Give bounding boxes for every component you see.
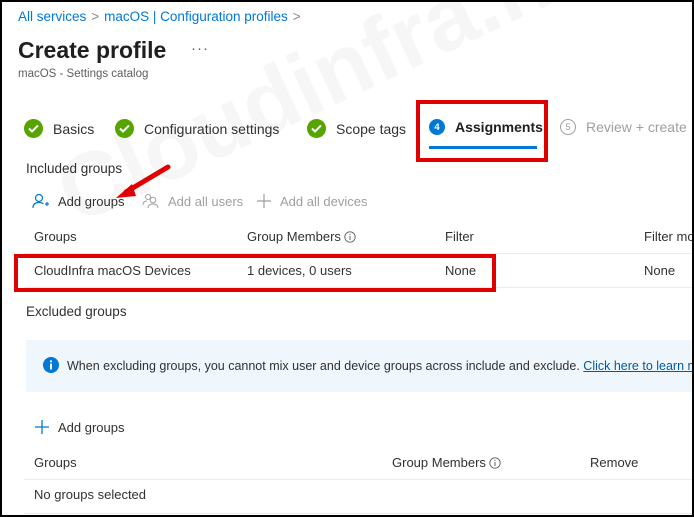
excluded-column-header-group-members[interactable]: Group Members <box>392 455 501 470</box>
excluded-groups-label: Excluded groups <box>26 304 127 319</box>
add-all-devices-button[interactable]: Add all devices <box>256 193 367 209</box>
column-header-groups[interactable]: Groups <box>34 229 77 244</box>
info-icon[interactable] <box>489 456 501 469</box>
add-all-devices-label: Add all devices <box>280 193 368 209</box>
column-header-label: Group Members <box>247 229 341 244</box>
breadcrumb: All services > macOS | Configuration profi… <box>18 9 306 24</box>
empty-state-text: No groups selected <box>34 487 147 502</box>
check-icon <box>115 119 134 138</box>
step-label: Configuration settings <box>144 120 280 137</box>
excluded-column-header-groups[interactable]: Groups <box>34 455 77 470</box>
column-header-filter-mode[interactable]: Filter mo <box>644 229 692 244</box>
add-person-icon <box>32 193 49 209</box>
step-scope-tags[interactable]: Scope tags <box>307 119 406 138</box>
add-all-users-label: Add all users <box>168 193 244 209</box>
people-icon <box>142 194 159 209</box>
excluded-column-header-remove[interactable]: Remove <box>590 455 638 470</box>
learn-more-link[interactable]: Click here to learn more a <box>583 359 692 373</box>
annotation-box-assignments <box>416 100 548 162</box>
cell-filter-mode: None <box>644 263 676 278</box>
step-label: Review + create <box>586 119 687 135</box>
breadcrumb-all-services[interactable]: All services <box>18 9 86 24</box>
info-icon <box>43 357 59 373</box>
step-review-create: 5 Review + create <box>560 119 687 135</box>
column-header-group-members[interactable]: Group Members <box>247 229 356 244</box>
breadcrumb-separator: > <box>292 9 301 24</box>
check-icon <box>24 119 43 138</box>
info-icon[interactable] <box>344 230 356 243</box>
info-banner-text: When excluding groups, you cannot mix us… <box>67 359 692 373</box>
divider <box>24 479 692 480</box>
breadcrumb-separator: > <box>91 9 100 24</box>
add-groups-label: Add groups <box>58 419 125 435</box>
page-title: Create profile <box>18 37 167 63</box>
info-message: When excluding groups, you cannot mix us… <box>67 359 580 373</box>
plus-icon <box>35 420 49 434</box>
add-all-users-button[interactable]: Add all users <box>142 193 243 209</box>
excluded-add-groups-button[interactable]: Add groups <box>34 419 125 435</box>
divider <box>24 513 692 514</box>
breadcrumb-config-profiles[interactable]: macOS | Configuration profiles <box>104 9 288 24</box>
step-number-5: 5 <box>560 119 576 135</box>
step-label: Scope tags <box>336 120 407 137</box>
plus-icon <box>257 194 271 208</box>
column-header-filter[interactable]: Filter <box>445 229 474 244</box>
main-panel: Cloudinfra.net All services>macOS | Conf… <box>2 2 692 515</box>
check-icon <box>307 119 326 138</box>
annotation-box-group-row <box>14 254 496 292</box>
add-groups-button[interactable]: Add groups <box>32 193 125 209</box>
step-basics[interactable]: Basics <box>24 119 94 138</box>
step-configuration-settings[interactable]: Configuration settings <box>115 119 279 138</box>
page-subtitle: macOS - Settings catalog <box>18 68 149 80</box>
more-options-button[interactable]: ··· <box>191 40 209 57</box>
included-groups-label: Included groups <box>26 161 123 176</box>
column-header-label: Group Members <box>392 455 486 470</box>
step-label: Basics <box>53 120 95 137</box>
